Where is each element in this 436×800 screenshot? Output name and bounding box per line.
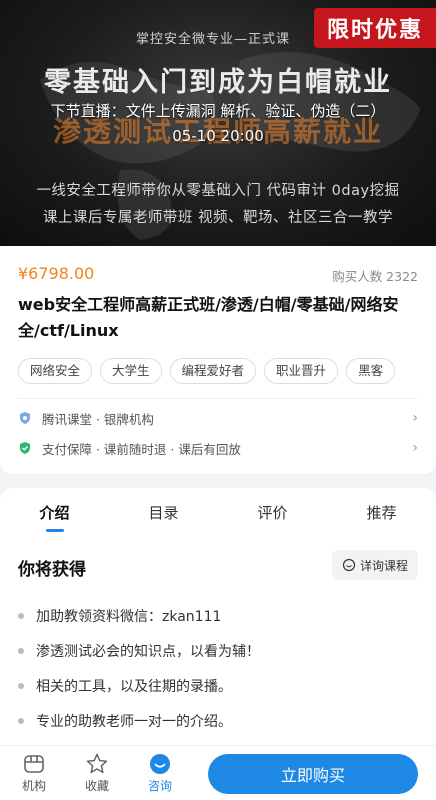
shield-badge-icon xyxy=(20,412,30,424)
course-title: web安全工程师高薪正式班/渗透/白帽/零基础/网络安全/ctf/Linux xyxy=(18,295,399,340)
org-nav-button[interactable]: 机构 xyxy=(14,752,54,794)
consult-course-label: 详询课程 xyxy=(359,558,408,573)
bullet-icon xyxy=(18,647,24,654)
consult-course-button[interactable]: 详询课程 xyxy=(331,550,418,580)
banner-top-caption: 掌控安全微专业—正式课 xyxy=(136,32,291,47)
org-nav-label: 机构 xyxy=(21,779,46,793)
smile-chat-icon xyxy=(150,754,170,774)
tab-recommend[interactable]: 推荐 xyxy=(327,488,436,534)
course-banner[interactable]: 掌控安全微专业—正式课 限时优惠 零基础入门到成为白帽就业 渗透测试工程师高薪就… xyxy=(0,0,436,246)
tag-item[interactable]: 黑客 xyxy=(346,358,396,384)
section-title: 你将获得 xyxy=(18,560,86,580)
list-item-text: 渗透测试必会的知识点，以看为辅！ xyxy=(36,643,260,660)
store-icon xyxy=(24,755,44,773)
org-row[interactable]: 腾讯课堂 · 银牌机构 › xyxy=(18,408,418,428)
tab-reviews[interactable]: 评价 xyxy=(218,488,327,534)
favorite-label: 收藏 xyxy=(84,779,109,793)
tag-item[interactable]: 大学生 xyxy=(100,358,162,384)
guarantee-label: 支付保障 · 课前随时退 · 课后有回放 xyxy=(42,441,241,457)
list-item: 专业的助教老师一对一的介绍。 xyxy=(18,703,260,738)
chevron-right-icon: › xyxy=(412,410,418,426)
chevron-right-icon: › xyxy=(412,440,418,456)
tab-intro[interactable]: 介绍 xyxy=(0,488,109,534)
course-price: ¥6798.00 xyxy=(18,264,95,283)
divider xyxy=(18,398,418,399)
next-live-title: 下节直播：文件上传漏洞 解析、验证、伪造（二） xyxy=(50,102,386,120)
tag-item[interactable]: 网络安全 xyxy=(18,358,93,384)
list-item-text: 加助教领资料微信：zkan111 xyxy=(36,608,222,625)
list-item: 相关的工具，以及往期的录播。 xyxy=(18,668,260,703)
bullet-icon xyxy=(18,717,24,724)
tag-item[interactable]: 职业晋升 xyxy=(264,358,339,384)
list-item: 渗透测试必会的知识点，以看为辅！ xyxy=(18,633,260,668)
course-tags: 网络安全 大学生 编程爱好者 职业晋升 黑客 xyxy=(18,358,396,384)
course-info-card: ¥6798.00 购买人数 2322 web安全工程师高薪正式班/渗透/白帽/零… xyxy=(0,246,436,474)
tag-item[interactable]: 编程爱好者 xyxy=(169,358,257,384)
next-live-time: 05-10 20:00 xyxy=(172,127,264,145)
gain-list: 加助教领资料微信：zkan111 渗透测试必会的知识点，以看为辅！ 相关的工具，… xyxy=(18,598,260,738)
guarantee-row[interactable]: 支付保障 · 课前随时退 · 课后有回放 › xyxy=(18,438,418,458)
star-icon xyxy=(86,753,108,774)
tab-catalog[interactable]: 目录 xyxy=(109,488,218,534)
list-item-text: 相关的工具，以及往期的录播。 xyxy=(36,678,232,695)
banner-headline: 零基础入门到成为白帽就业 xyxy=(44,67,392,98)
banner-subline-1: 一线安全工程师带你从零基础入门 代码审计 0day挖掘 xyxy=(36,183,400,199)
bottom-action-bar: 机构 收藏 咨询 立即购买 xyxy=(0,745,436,800)
favorite-button[interactable]: 收藏 xyxy=(77,752,117,794)
buyer-count: 购买人数 2322 xyxy=(332,269,418,284)
bullet-icon xyxy=(18,682,24,689)
list-item-text: 专业的助教老师一对一的介绍。 xyxy=(36,713,232,730)
list-item: 加助教领资料微信：zkan111 xyxy=(18,598,260,633)
bullet-icon xyxy=(18,612,24,619)
consult-nav-label: 咨询 xyxy=(147,779,172,793)
banner-subline-2: 课上课后专属老师带班 视频、靶场、社区三合一教学 xyxy=(42,210,394,226)
buy-now-button[interactable]: 立即购买 xyxy=(208,754,418,794)
check-shield-icon xyxy=(20,442,30,454)
org-label: 腾讯课堂 · 银牌机构 xyxy=(42,411,154,427)
chat-icon xyxy=(342,558,356,572)
promo-badge: 限时优惠 xyxy=(314,8,436,48)
tab-bar: 介绍 目录 评价 推荐 xyxy=(0,488,436,534)
consult-nav-button[interactable]: 咨询 xyxy=(140,752,180,794)
